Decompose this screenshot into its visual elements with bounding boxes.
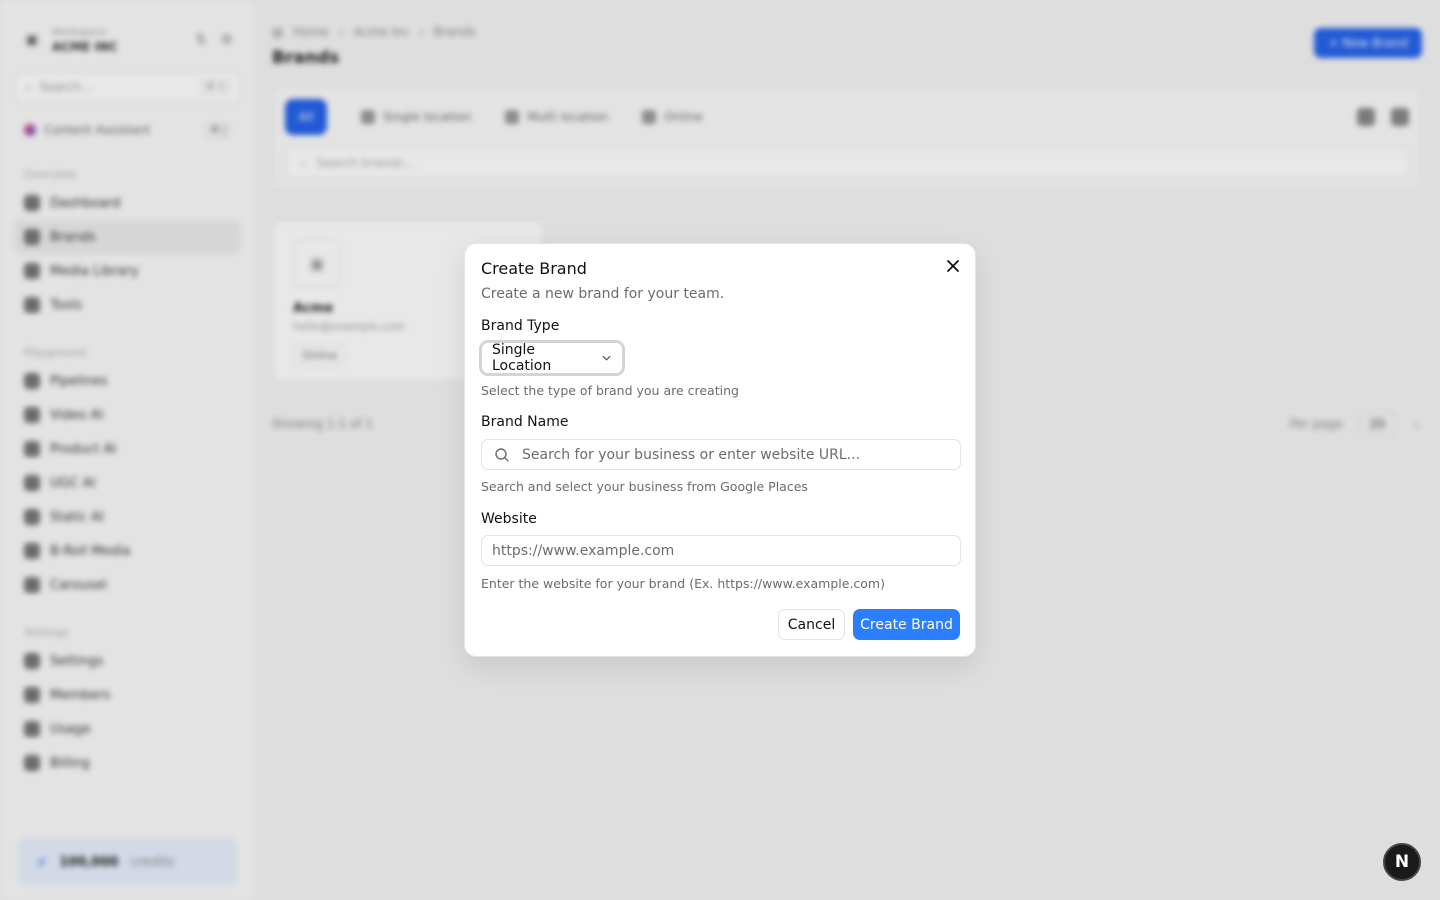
close-button[interactable] [943, 256, 963, 276]
brand-name-label: Brand Name [481, 414, 569, 430]
website-input[interactable]: https://www.example.com [481, 535, 961, 566]
close-icon [947, 260, 959, 272]
search-icon [495, 447, 509, 462]
brand-type-value: Single Location [492, 342, 552, 374]
cancel-button[interactable]: Cancel [778, 609, 845, 640]
brand-name-help: Search and select your business from Goo… [481, 479, 808, 494]
brand-type-select[interactable]: Single Location [481, 342, 623, 374]
create-brand-dialog: Create Brand Create a new brand for your… [464, 243, 976, 657]
website-label: Website [481, 511, 537, 527]
create-brand-button[interactable]: Create Brand [853, 609, 960, 640]
brand-name-placeholder: Search for your business or enter websit… [522, 446, 861, 463]
nextjs-dev-badge[interactable]: N [1383, 843, 1421, 881]
brand-name-search-input[interactable]: Search for your business or enter websit… [481, 439, 961, 470]
chevron-down-icon [602, 356, 611, 361]
website-help: Enter the website for your brand (Ex. ht… [481, 576, 885, 591]
website-placeholder: https://www.example.com [492, 542, 675, 559]
dialog-description: Create a new brand for your team. [481, 286, 725, 302]
brand-type-help: Select the type of brand you are creatin… [481, 383, 739, 398]
brand-type-label: Brand Type [481, 318, 560, 334]
dialog-title: Create Brand [481, 259, 587, 278]
